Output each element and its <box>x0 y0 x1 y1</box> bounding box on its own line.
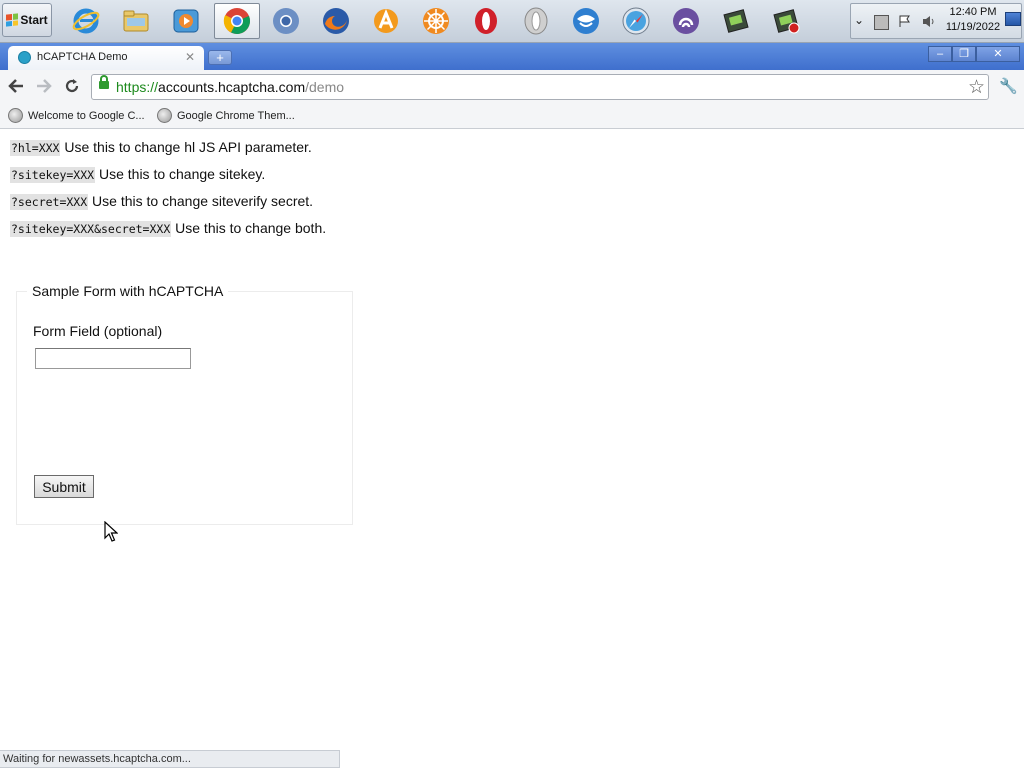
minimize-button[interactable]: – <box>928 46 952 62</box>
new-tab-button[interactable]: + <box>208 50 232 65</box>
opera-icon[interactable] <box>468 3 504 39</box>
param-line-both: ?sitekey=XXX&secret=XXX Use this to chan… <box>10 220 327 237</box>
forward-button[interactable] <box>33 77 55 97</box>
firefox-icon[interactable] <box>318 3 354 39</box>
param-text: Use this to change both. <box>171 220 327 236</box>
clock-time: 12:40 PM <box>949 6 997 18</box>
mouse-cursor-icon <box>104 521 118 542</box>
wrench-menu-icon[interactable]: 🔧 <box>999 77 1018 95</box>
address-bar[interactable]: https://accounts.hcaptcha.com/demo ☆ <box>91 74 989 100</box>
globe-icon <box>8 108 23 123</box>
start-label: Start <box>20 13 48 27</box>
torrent-icon[interactable] <box>668 3 704 39</box>
param-line-hl: ?hl=XXX Use this to change hl JS API par… <box>10 139 312 156</box>
reload-button[interactable] <box>61 77 83 97</box>
windows-logo-icon <box>6 13 19 27</box>
chromium-icon[interactable] <box>268 3 304 39</box>
url-path: /demo <box>305 79 345 95</box>
url-scheme: https:// <box>116 79 159 95</box>
param-text: Use this to change sitekey. <box>95 166 266 182</box>
submit-button[interactable]: Submit <box>34 475 94 498</box>
form-legend: Sample Form with hCAPTCHA <box>32 283 224 299</box>
thunderbird-icon[interactable] <box>568 3 604 39</box>
internet-explorer-icon[interactable] <box>68 3 104 39</box>
form-field-input[interactable] <box>35 348 191 369</box>
reload-icon <box>65 79 79 93</box>
show-desktop-button[interactable] <box>1005 12 1021 26</box>
gpu-tool-icon[interactable] <box>718 3 754 39</box>
tab-strip: hCAPTCHA Demo ✕ <box>0 43 1024 70</box>
param-code: ?sitekey=XXX&secret=XXX <box>10 221 172 237</box>
browser-toolbar: https://accounts.hcaptcha.com/demo ☆ <box>0 70 1024 104</box>
url-text: https://accounts.hcaptcha.com/demo <box>116 79 344 95</box>
restore-button[interactable]: ❐ <box>952 46 976 62</box>
bookmark-welcome[interactable]: Welcome to Google C... <box>8 107 145 125</box>
helm-icon[interactable] <box>418 3 454 39</box>
tab-close-icon[interactable]: ✕ <box>185 50 195 64</box>
clock-date: 11/19/2022 <box>945 21 1001 33</box>
tab-title: hCAPTCHA Demo <box>37 51 128 63</box>
network-icon[interactable] <box>874 15 889 30</box>
back-button[interactable] <box>5 77 27 97</box>
bookmark-star-icon[interactable]: ☆ <box>968 76 985 99</box>
param-code: ?hl=XXX <box>10 140 61 156</box>
media-player-icon[interactable] <box>168 3 204 39</box>
taskbar: Start ⌄ 12:40 PM 11/19/2022 <box>0 0 1024 43</box>
page-content: ?hl=XXX Use this to change hl JS API par… <box>0 129 1024 748</box>
param-line-sitekey: ?sitekey=XXX Use this to change sitekey. <box>10 166 266 183</box>
param-line-secret: ?secret=XXX Use this to change siteverif… <box>10 193 314 210</box>
url-host: accounts.hcaptcha.com <box>158 79 306 95</box>
bookmark-label: Welcome to Google C... <box>28 110 145 122</box>
bookmark-label: Google Chrome Them... <box>177 110 295 122</box>
safari-icon[interactable] <box>618 3 654 39</box>
param-code: ?sitekey=XXX <box>10 167 96 183</box>
volume-icon[interactable] <box>922 15 935 28</box>
lock-icon[interactable] <box>99 75 109 89</box>
start-button[interactable]: Start <box>2 3 52 37</box>
forward-arrow-icon <box>37 79 52 93</box>
hcaptcha-favicon-icon <box>18 51 31 64</box>
param-text: Use this to change siteverify secret. <box>88 193 314 209</box>
avast-icon[interactable] <box>368 3 404 39</box>
folder-icon[interactable] <box>118 3 154 39</box>
chrome-icon[interactable] <box>214 3 260 39</box>
param-text: Use this to change hl JS API parameter. <box>60 139 312 155</box>
close-window-button[interactable]: ✕ <box>976 46 1020 62</box>
param-code: ?secret=XXX <box>10 194 89 210</box>
show-hidden-icons-icon[interactable]: ⌄ <box>854 13 864 27</box>
status-bar: Waiting for newassets.hcaptcha.com... <box>0 750 340 768</box>
form-field-label: Form Field (optional) <box>33 323 163 339</box>
globe-icon <box>157 108 172 123</box>
gpu-tool-record-icon[interactable] <box>768 3 804 39</box>
back-arrow-icon <box>8 79 23 93</box>
opera-next-icon[interactable] <box>518 3 554 39</box>
bookmark-chrome-themes[interactable]: Google Chrome Them... <box>157 107 295 125</box>
tab-hcaptcha-demo[interactable]: hCAPTCHA Demo ✕ <box>8 46 204 70</box>
bookmarks-bar: Welcome to Google C... Google Chrome The… <box>0 104 1024 129</box>
action-center-flag-icon[interactable] <box>898 15 911 28</box>
clock[interactable]: 12:40 PM 11/19/2022 <box>944 5 1002 35</box>
